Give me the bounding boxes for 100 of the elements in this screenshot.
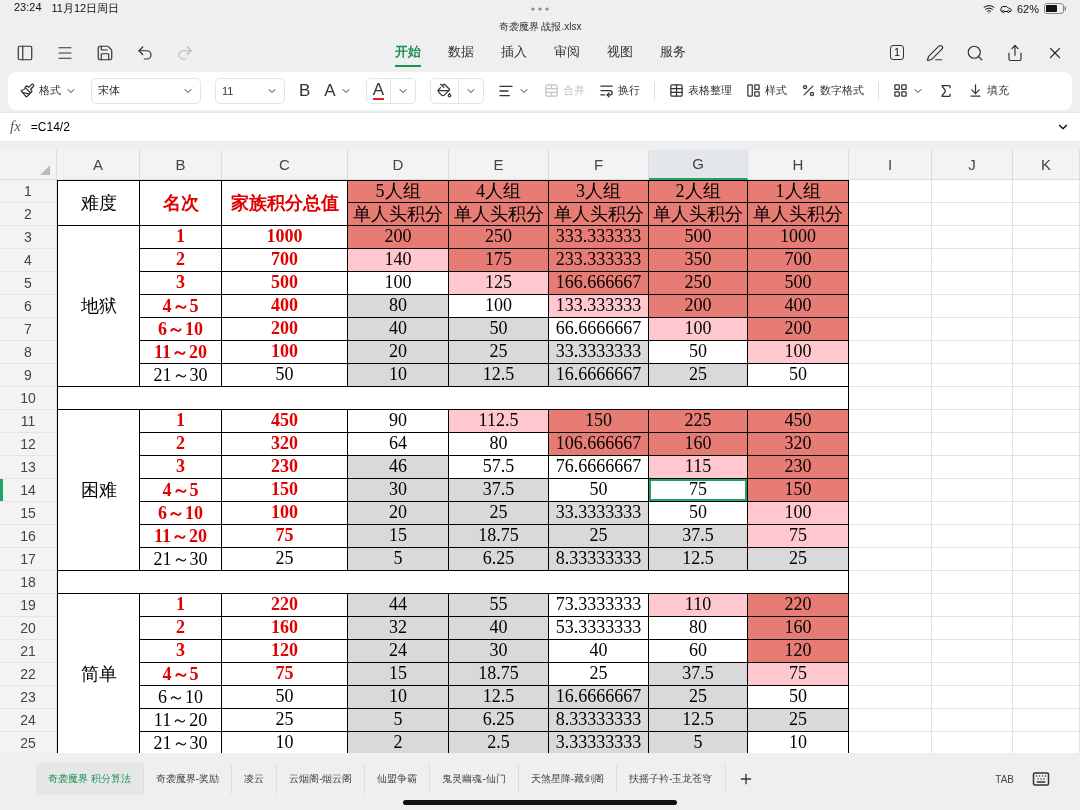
row-header[interactable]: 7 bbox=[0, 317, 57, 341]
date: 11月12日周日 bbox=[51, 1, 120, 17]
column-header[interactable]: D bbox=[348, 149, 449, 180]
table-cell: 32 bbox=[348, 616, 449, 640]
table-cell: 125 bbox=[449, 271, 549, 295]
row-header[interactable]: 12 bbox=[0, 432, 57, 456]
font-size-button[interactable]: A bbox=[324, 82, 352, 100]
table-cell: 25 bbox=[748, 708, 849, 732]
font-select[interactable]: 宋体 bbox=[91, 77, 201, 104]
row-header[interactable]: 3 bbox=[0, 225, 57, 249]
paint-bucket-icon bbox=[437, 83, 453, 99]
row-header[interactable]: 18 bbox=[0, 570, 57, 594]
font-color-button[interactable]: A bbox=[365, 77, 417, 104]
format-painter-button[interactable]: 格式 bbox=[20, 83, 77, 99]
sheet-tab[interactable]: 奇袭魔界 积分算法 bbox=[36, 763, 144, 796]
total-cell: 450 bbox=[222, 409, 348, 433]
pen-button[interactable] bbox=[926, 43, 944, 62]
group-header-cell: 2人组 bbox=[649, 179, 748, 203]
total-cell: 150 bbox=[222, 478, 348, 502]
row-header[interactable]: 11 bbox=[0, 409, 57, 433]
table-cell: 120 bbox=[748, 639, 849, 663]
sheet-tab[interactable]: 鬼灵幽魂-仙门 bbox=[430, 763, 519, 796]
row-header[interactable]: 19 bbox=[0, 593, 57, 617]
row-header[interactable]: 9 bbox=[0, 363, 57, 387]
bold-button[interactable]: B bbox=[299, 82, 311, 100]
column-header[interactable]: G bbox=[649, 149, 748, 180]
sheet-tab[interactable]: 仙盟争霸 bbox=[365, 763, 431, 796]
column-header[interactable]: H bbox=[748, 149, 849, 180]
menu-tab[interactable]: 数据 bbox=[447, 38, 474, 67]
row-header[interactable]: 1 bbox=[0, 179, 57, 203]
wifi-icon bbox=[982, 2, 995, 15]
rank-cell: 2 bbox=[140, 432, 222, 456]
rank-cell: 4～5 bbox=[140, 294, 222, 318]
group-subheader-cell: 单人头积分 bbox=[748, 202, 849, 226]
rank-cell: 6～10 bbox=[140, 501, 222, 525]
menu-tab[interactable]: 插入 bbox=[500, 38, 527, 67]
row-header[interactable]: 23 bbox=[0, 685, 57, 709]
sheet-tab[interactable]: 奇袭魔界-奖励 bbox=[143, 763, 233, 796]
undo-button[interactable] bbox=[136, 43, 154, 62]
row-header[interactable]: 13 bbox=[0, 455, 57, 479]
tab-key[interactable]: TAB bbox=[995, 773, 1014, 785]
pen-icon bbox=[926, 43, 944, 62]
column-header[interactable]: I bbox=[849, 149, 932, 180]
row-header[interactable]: 2 bbox=[0, 202, 57, 226]
row-header[interactable]: 25 bbox=[0, 731, 57, 754]
sheet-tab[interactable]: 天煞星降-藏剑阁 bbox=[518, 763, 618, 796]
column-header[interactable]: E bbox=[449, 149, 549, 180]
row-header[interactable]: 14 bbox=[0, 478, 57, 502]
keyboard-button[interactable] bbox=[1032, 770, 1050, 789]
menu-tab[interactable]: 审阅 bbox=[553, 38, 580, 67]
page-count[interactable]: 1 bbox=[890, 45, 904, 61]
number-format-button[interactable]: 数字格式 bbox=[801, 83, 865, 99]
column-header[interactable]: K bbox=[1013, 149, 1080, 180]
search-button[interactable] bbox=[966, 43, 984, 62]
column-header[interactable]: F bbox=[549, 149, 649, 180]
row-header[interactable]: 8 bbox=[0, 340, 57, 364]
column-header[interactable]: A bbox=[57, 149, 140, 180]
column-header[interactable]: J bbox=[932, 149, 1013, 180]
row-header[interactable]: 15 bbox=[0, 501, 57, 525]
row-header[interactable]: 17 bbox=[0, 547, 57, 571]
style-button[interactable]: 样式 bbox=[746, 83, 788, 99]
row-header[interactable]: 20 bbox=[0, 616, 57, 640]
row-header[interactable]: 6 bbox=[0, 294, 57, 318]
row-header[interactable]: 22 bbox=[0, 662, 57, 686]
battery-level: 62% bbox=[1016, 2, 1039, 15]
row-header[interactable]: 21 bbox=[0, 639, 57, 663]
table-tidy-button[interactable]: 表格整理 bbox=[669, 83, 733, 99]
menu-tab[interactable]: 服务 bbox=[659, 38, 686, 67]
font-size-select[interactable]: 11 bbox=[215, 77, 285, 104]
formula-field[interactable]: =C14/2 bbox=[30, 119, 1046, 134]
sidebar-button[interactable] bbox=[16, 43, 34, 62]
row-header[interactable]: 4 bbox=[0, 248, 57, 272]
sheet-tab[interactable]: 凌云 bbox=[232, 763, 278, 796]
row-header[interactable]: 10 bbox=[0, 386, 57, 410]
total-cell: 25 bbox=[222, 708, 348, 732]
table-cell: 166.666667 bbox=[549, 271, 649, 295]
menu-tab[interactable]: 视图 bbox=[606, 38, 633, 67]
rank-cell: 4～5 bbox=[140, 662, 222, 686]
save-button[interactable] bbox=[96, 43, 114, 62]
table-cell: 200 bbox=[348, 225, 449, 249]
sheet-tab[interactable]: 扶摇子衿-玉龙苍穹 bbox=[617, 763, 726, 796]
rank-cell: 21～30 bbox=[140, 547, 222, 571]
column-header[interactable]: C bbox=[222, 149, 348, 180]
row-header[interactable]: 16 bbox=[0, 524, 57, 548]
table-cell: 55 bbox=[449, 593, 549, 617]
row-header[interactable]: 24 bbox=[0, 708, 57, 732]
fill-button[interactable]: 填充 bbox=[968, 83, 1010, 99]
keyboard-icon bbox=[1032, 770, 1050, 789]
share-button[interactable] bbox=[1006, 43, 1024, 62]
empty-cell bbox=[1013, 294, 1080, 318]
layout-button[interactable] bbox=[893, 83, 925, 99]
sheet-tab[interactable]: 云烟阁-烟云阁 bbox=[277, 763, 366, 796]
table-cell: 250 bbox=[649, 271, 748, 295]
fill-color-button[interactable] bbox=[430, 77, 485, 104]
group-subheader-cell: 单人头积分 bbox=[348, 202, 449, 226]
wrap-button[interactable]: 换行 bbox=[599, 83, 641, 99]
row-header[interactable]: 5 bbox=[0, 271, 57, 295]
menu-tab[interactable]: 开始 bbox=[394, 38, 421, 67]
column-header[interactable]: B bbox=[140, 149, 222, 180]
window-title: 奇袭魔界 战报.xlsx bbox=[498, 19, 582, 34]
